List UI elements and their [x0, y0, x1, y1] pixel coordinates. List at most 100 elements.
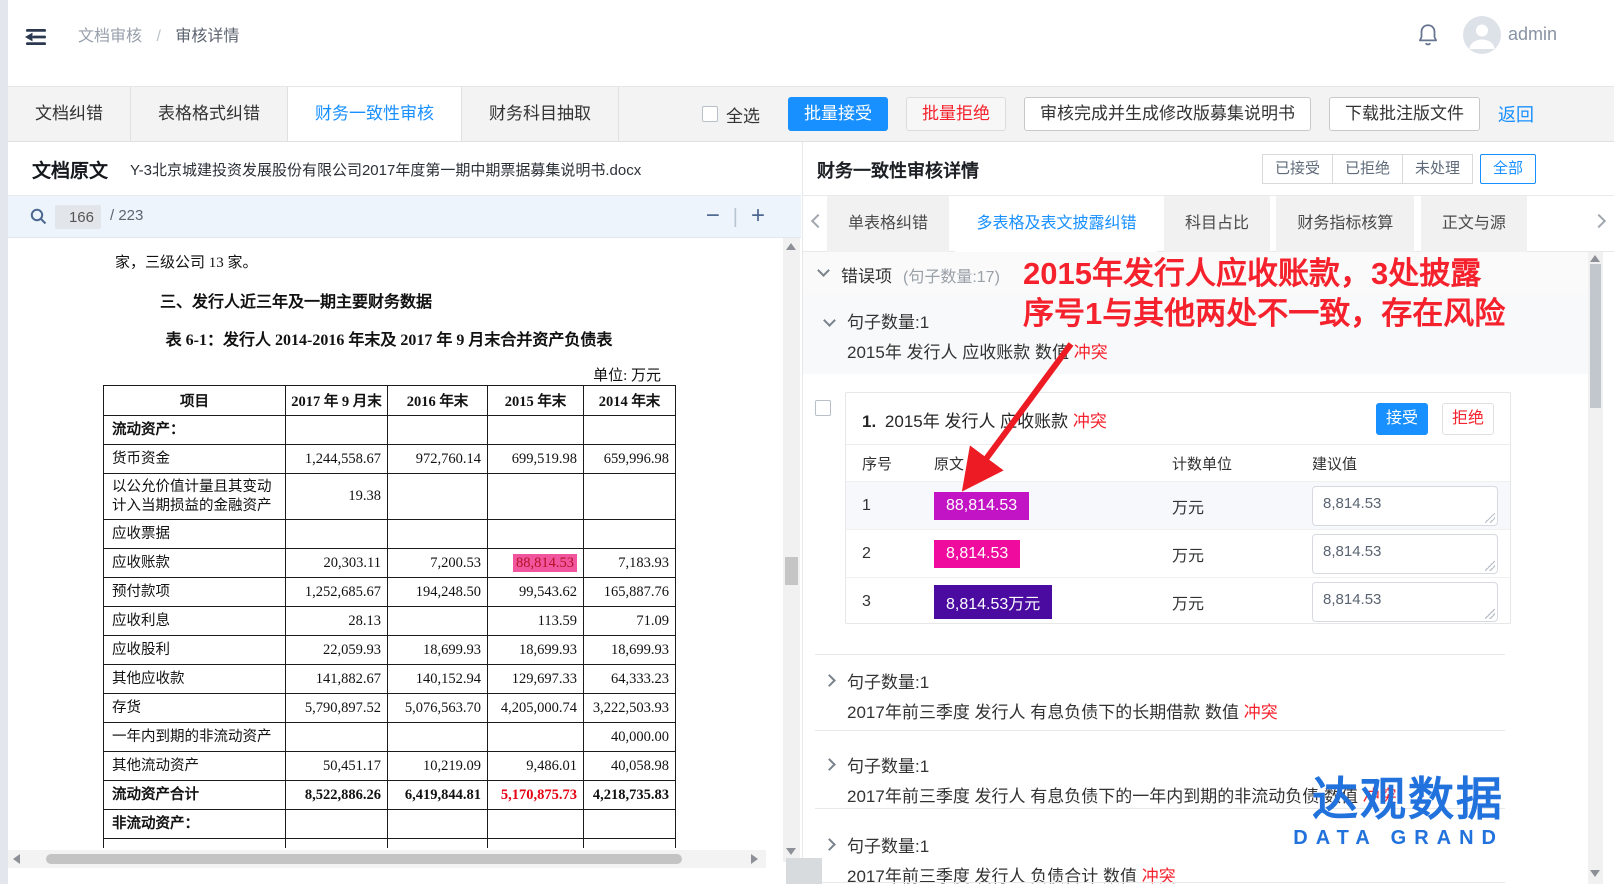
unit-label: 万元: [1172, 590, 1312, 614]
sentence-count-label: 句子数量:1: [847, 308, 929, 333]
conflict-card-checkbox[interactable]: [815, 400, 831, 416]
collapsed-sidebar-rail: [0, 0, 8, 884]
tab-financial-indicator[interactable]: 财务指标核算: [1276, 196, 1414, 252]
breadcrumb: 文档审核 / 审核详情: [78, 26, 239, 48]
username-label[interactable]: admin: [1508, 24, 1557, 45]
breadcrumb-current: 审核详情: [175, 28, 239, 45]
breadcrumb-section[interactable]: 文档审核: [78, 28, 142, 45]
filter-all[interactable]: 全部: [1480, 154, 1536, 184]
conflict-row: 2 8,814.53 万元 8,814.53: [846, 529, 1510, 577]
search-icon[interactable]: [30, 208, 47, 230]
conflict-detail-card: 1. 2015年 发行人 应收账款 冲突 接受 拒绝 序号 原文 计数单位 建议…: [845, 392, 1511, 624]
finish-generate-button[interactable]: 审核完成并生成修改版募集说明书: [1024, 97, 1311, 131]
document-unit-note: 单位: 万元: [103, 364, 661, 385]
chevron-right-icon: [823, 758, 836, 771]
chevron-right-icon: [823, 838, 836, 851]
scroll-up-icon[interactable]: [786, 243, 796, 250]
sentence-count-label: 句子数量:1: [847, 752, 929, 777]
tab-financial-consistency[interactable]: 财务一致性审核: [288, 87, 462, 141]
download-annotated-button[interactable]: 下载批注版文件: [1329, 97, 1480, 131]
tabs-scroll-right-icon[interactable]: [1592, 214, 1606, 228]
select-all-label: 全选: [726, 102, 760, 127]
watermark-en: DATA GRAND: [1293, 824, 1504, 852]
review-panel-scrollbar[interactable]: [1588, 252, 1603, 884]
seq-label: 1: [862, 497, 934, 515]
suggested-value-input[interactable]: 8,814.53: [1312, 486, 1498, 526]
scrollbar-corner: [786, 858, 822, 884]
error-description-text: 2017年前三季度 发行人 有息负债下的一年内到期的非流动负债 数值: [847, 787, 1358, 806]
page-number-input[interactable]: [55, 205, 101, 229]
resize-grip-icon: [1485, 513, 1495, 523]
tab-multi-table-disclosure[interactable]: 多表格及表文披露纠错: [955, 196, 1157, 252]
scroll-left-icon[interactable]: [13, 854, 20, 864]
scroll-up-icon[interactable]: [1590, 255, 1600, 262]
error-description: 2017年前三季度 发行人 负债合计 数值 冲突: [847, 862, 1176, 884]
scroll-right-icon[interactable]: [751, 854, 758, 864]
table-row: 应收股利22,059.9318,699.9318,699.9318,699.93: [104, 636, 676, 665]
unit-label: 万元: [1172, 542, 1312, 566]
original-badge-2[interactable]: 8,814.53: [934, 540, 1020, 568]
document-vertical-scrollbar[interactable]: [783, 238, 800, 862]
review-panel-header: 财务一致性审核详情 已接受 已拒绝 未处理 全部: [803, 142, 1614, 196]
error-description: 2017年前三季度 发行人 有息负债下的长期借款 数值 冲突: [847, 698, 1278, 723]
reject-button[interactable]: 拒绝: [1442, 403, 1494, 435]
sidebar-collapse-icon[interactable]: [22, 26, 48, 53]
error-description-text: 2015年 发行人 应收账款 数值: [847, 343, 1069, 362]
col-suggested: 建议值: [1312, 453, 1494, 474]
error-description-text: 2017年前三季度 发行人 有息负债下的长期借款 数值: [847, 703, 1239, 722]
col-2017-sep: 2017 年 9 月末: [286, 386, 388, 416]
filter-rejected[interactable]: 已拒绝: [1332, 154, 1403, 184]
col-seq: 序号: [862, 453, 934, 474]
conflict-row: 3 8,814.53万元 万元 8,814.53: [846, 577, 1510, 625]
highlighted-conflict-value: 88,814.53: [513, 554, 577, 572]
scroll-down-icon[interactable]: [786, 848, 796, 855]
tab-subject-ratio[interactable]: 科目占比: [1164, 196, 1270, 252]
divider: [815, 654, 1505, 655]
datagrand-watermark: 达观数据 DATA GRAND: [1293, 774, 1504, 852]
accept-button[interactable]: 接受: [1376, 403, 1428, 435]
original-badge-3[interactable]: 8,814.53万元: [934, 585, 1052, 619]
tab-text-vs-source[interactable]: 正文与源: [1421, 196, 1527, 252]
annotation-text: 2015年发行人应收账款，3处披露 序号1与其他两处不一致，存在风险: [1023, 254, 1505, 334]
batch-accept-button[interactable]: 批量接受: [788, 97, 888, 131]
document-viewport[interactable]: 家，三级公司 13 家。 三、发行人近三年及一期主要财务数据 表 6-1：发行人…: [8, 238, 774, 848]
horizontal-scroll-thumb[interactable]: [46, 854, 682, 864]
vertical-scroll-thumb[interactable]: [1590, 264, 1601, 408]
batch-reject-button[interactable]: 批量拒绝: [906, 97, 1006, 131]
app-window: 文档审核 / 审核详情 admin 文档纠错 表格格式纠错 财务一致性审核 财务…: [0, 0, 1614, 884]
top-header: 文档审核 / 审核详情 admin: [8, 0, 1614, 86]
filter-unprocessed[interactable]: 未处理: [1402, 154, 1473, 184]
suggested-value-input[interactable]: 8,814.53: [1312, 534, 1498, 574]
table-row: 货币资金1,244,558.67972,760.14699,519.98659,…: [104, 445, 676, 474]
select-all-checkbox[interactable]: [702, 106, 718, 122]
tab-table-format-correction[interactable]: 表格格式纠错: [131, 87, 288, 141]
tab-single-table-correction[interactable]: 单表格纠错: [827, 196, 949, 252]
error-description: 2015年 发行人 应收账款 数值 冲突: [847, 338, 1108, 363]
suggested-value-input[interactable]: 8,814.53: [1312, 582, 1498, 622]
divider: [815, 882, 1505, 883]
document-panel-header: 文档原文 Y-3北京城建投资发展股份有限公司2017年度第一期中期票据募集说明书…: [8, 142, 801, 196]
scroll-down-icon[interactable]: [1590, 870, 1600, 877]
vertical-scroll-thumb[interactable]: [785, 557, 798, 585]
original-badge-1[interactable]: 88,814.53: [934, 492, 1029, 520]
conflict-table-header: 序号 原文 计数单位 建议值: [846, 445, 1510, 481]
table-row: 流动资产合计8,522,886.266,419,844.815,170,875.…: [104, 781, 676, 810]
tab-doc-correction[interactable]: 文档纠错: [8, 87, 131, 141]
tab-financial-subject-extraction[interactable]: 财务科目抽取: [462, 87, 619, 141]
col-unit: 计数单位: [1172, 453, 1312, 474]
zoom-in-button[interactable]: +: [751, 201, 765, 233]
conflict-title-text: 2015年 发行人 应收账款: [885, 412, 1068, 431]
col-2015: 2015 年末: [488, 386, 584, 416]
user-avatar[interactable]: [1463, 16, 1501, 59]
zoom-out-button[interactable]: −: [706, 201, 720, 233]
col-2014: 2014 年末: [584, 386, 676, 416]
table-row: 一年内到期的非流动资产40,000.00: [104, 723, 676, 752]
back-link[interactable]: 返回: [1498, 101, 1534, 127]
tabs-scroll-left-icon[interactable]: [811, 214, 825, 228]
notification-bell-icon[interactable]: [1416, 22, 1440, 53]
filter-accepted[interactable]: 已接受: [1262, 154, 1333, 184]
table-row: 其他流动资产50,451.1710,219.099,486.0140,058.9…: [104, 752, 676, 781]
document-horizontal-scrollbar[interactable]: [8, 850, 766, 868]
annotation-line-1: 2015年发行人应收账款，3处披露: [1023, 254, 1505, 294]
document-viewer-toolbar: / 223 − | +: [8, 196, 801, 238]
